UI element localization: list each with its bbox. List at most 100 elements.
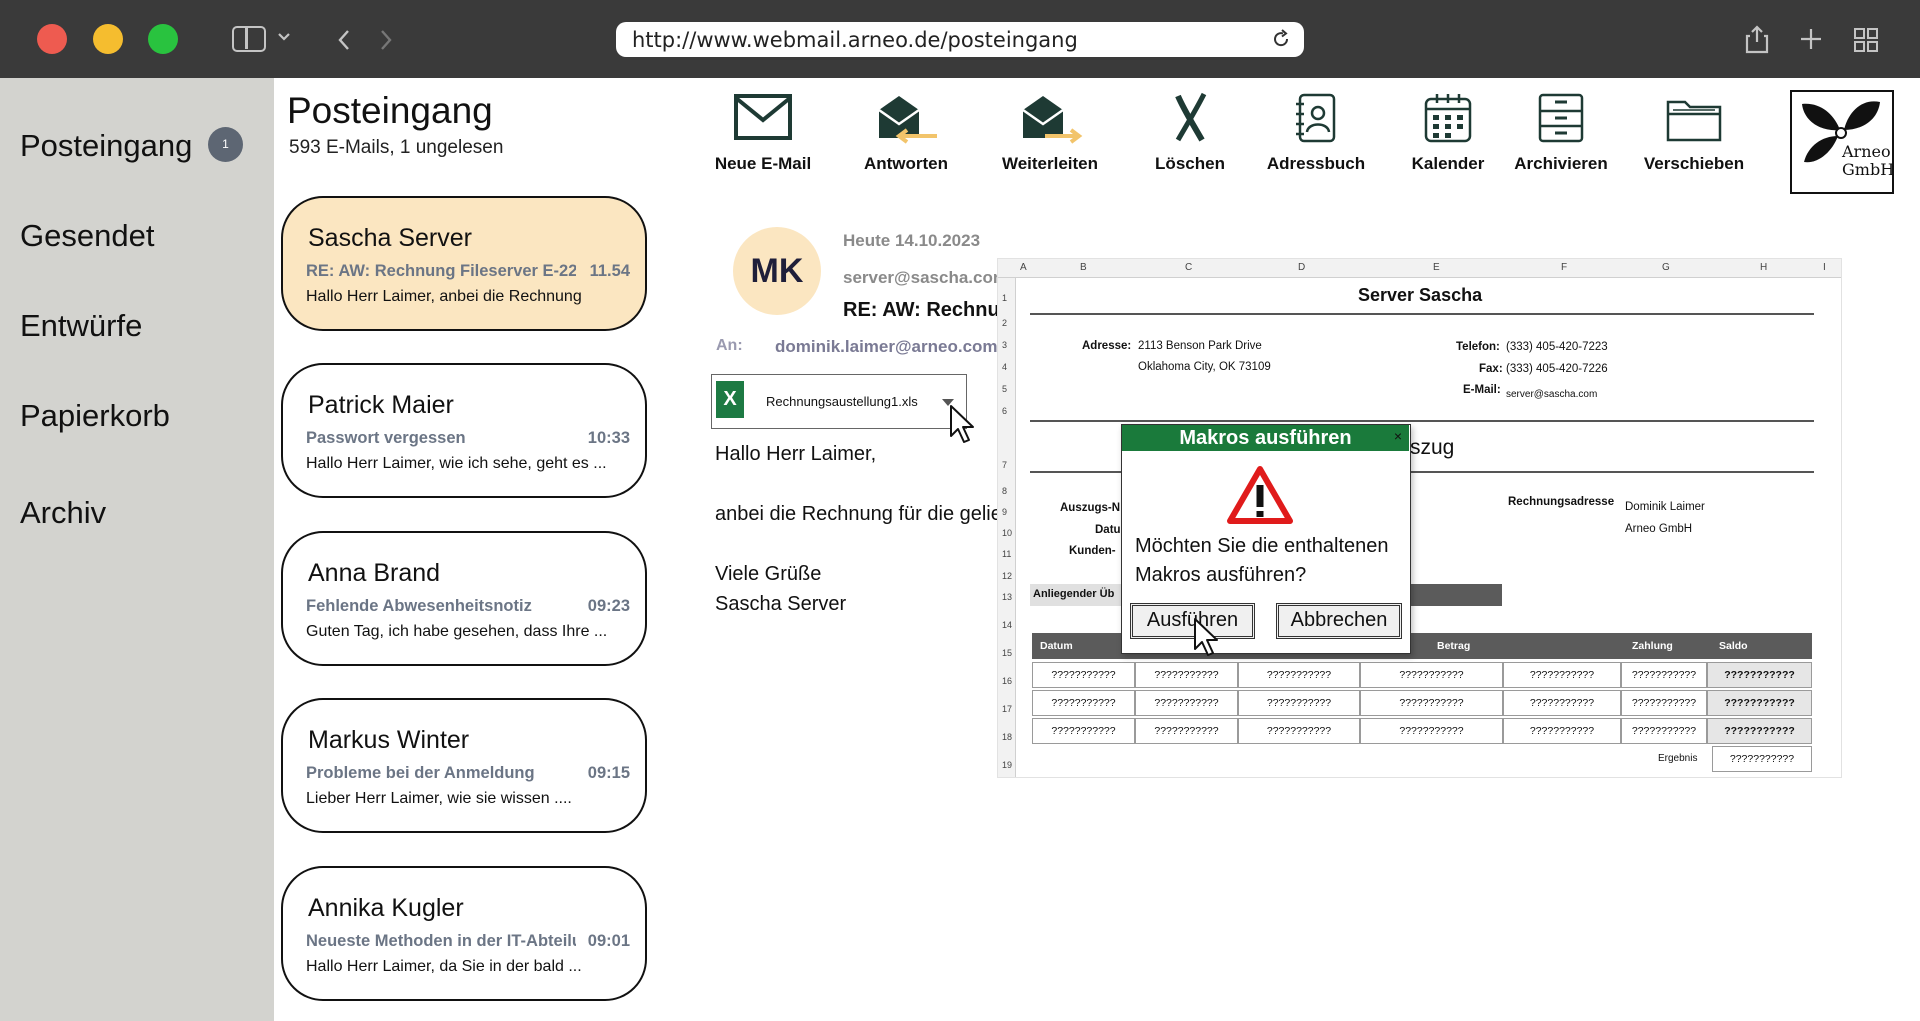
message-body-signature: Sascha Server	[715, 593, 847, 615]
mail-preview: Hallo Herr Laimer, da Sie in der bald ..…	[306, 958, 582, 975]
table-cell: ???????????	[1032, 662, 1135, 688]
tab-overview-icon[interactable]	[1853, 27, 1879, 53]
forward-icon[interactable]	[378, 28, 394, 52]
row-number: 4	[1002, 362, 1008, 372]
new-tab-icon[interactable]	[1799, 27, 1823, 51]
address-line-2: Oklahoma City, OK 73109	[1138, 361, 1271, 373]
column-header: I	[1823, 262, 1826, 273]
column-header: B	[1080, 262, 1087, 273]
new-mail-button[interactable]: Neue E-Mail	[703, 92, 823, 173]
excel-file-icon: X	[716, 381, 744, 418]
result-label: Ergebnis	[1658, 753, 1698, 764]
column-header: C	[1185, 262, 1193, 273]
mail-item[interactable]: Patrick Maier Passwort vergessen 10:33 H…	[281, 363, 647, 498]
table-cell: ???????????	[1032, 718, 1135, 744]
chevron-down-icon[interactable]	[277, 30, 291, 44]
mail-sender: Markus Winter	[308, 726, 470, 754]
column-header: F	[1561, 262, 1568, 273]
forward-button[interactable]: Weiterleiten	[990, 92, 1110, 173]
attachment-chip[interactable]: X Rechnungsaustellung1.xls	[711, 374, 967, 429]
mail-item[interactable]: Markus Winter Probleme bei der Anmeldung…	[281, 698, 647, 833]
mail-sender: Anna Brand	[308, 559, 441, 587]
row-number: 1	[1002, 293, 1008, 303]
row-number: 13	[1002, 592, 1013, 602]
envelope-icon	[734, 94, 792, 140]
url-text[interactable]: http://www.webmail.arneo.de/posteingang	[632, 28, 1078, 52]
table-cell: ???????????	[1032, 690, 1135, 716]
divider	[1030, 420, 1814, 422]
table-cell: ???????????	[1135, 662, 1238, 688]
delete-label: Löschen	[1155, 154, 1225, 173]
mail-item[interactable]: Sascha Server RE: AW: Rechnung Fileserve…	[281, 196, 647, 331]
folder-sidebar: Posteingang 1 Gesendet Entwürfe Papierko…	[0, 78, 274, 1021]
new-mail-label: Neue E-Mail	[714, 154, 812, 173]
table-cell: ???????????	[1503, 690, 1621, 716]
table-cell: ???????????	[1621, 662, 1707, 688]
nav-item-entwuerfe[interactable]: Entwürfe	[20, 308, 142, 344]
nav-item-gesendet[interactable]: Gesendet	[20, 218, 154, 254]
table-header-cell: Datum	[1040, 640, 1073, 652]
fax-label: Fax:	[1479, 363, 1503, 375]
calendar-button[interactable]: Kalender	[1388, 92, 1508, 173]
warning-icon	[1227, 466, 1293, 524]
forward-label: Weiterleiten	[1001, 154, 1099, 173]
message-body-closing: Viele Grüße	[715, 563, 822, 585]
mail-time: 09:01	[587, 932, 630, 950]
mouse-pointer-icon	[950, 405, 974, 443]
minimize-window-button[interactable]	[93, 24, 123, 54]
saldo-cell: ???????????	[1707, 662, 1812, 688]
mail-preview: Lieber Herr Laimer, wie sie wissen ....	[306, 790, 572, 807]
cancel-button[interactable]: Abbrechen	[1276, 603, 1402, 639]
billing-name: Dominik Laimer	[1625, 501, 1705, 513]
table-header-cell: Betrag	[1437, 640, 1471, 652]
sidebar-toggle-icon[interactable]	[232, 26, 266, 52]
row-number: 15	[1002, 648, 1013, 658]
table-cell: ???????????	[1503, 662, 1621, 688]
table-cell: ???????????	[1238, 718, 1360, 744]
dialog-message-line-1: Möchten Sie die enthaltenen	[1135, 535, 1389, 557]
nav-item-archiv[interactable]: Archiv	[20, 495, 106, 531]
result-cell: ???????????	[1712, 746, 1812, 772]
nav-item-posteingang[interactable]: Posteingang	[20, 128, 192, 164]
mail-subject: Passwort vergessen	[306, 429, 466, 447]
delete-button[interactable]: Löschen	[1130, 92, 1250, 173]
move-button[interactable]: Verschieben	[1634, 92, 1754, 173]
archive-label: Archivieren	[1514, 154, 1608, 173]
table-header-cell: Zahlung	[1632, 640, 1673, 652]
back-icon[interactable]	[336, 28, 352, 52]
table-cell: ???????????	[1360, 690, 1503, 716]
table-cell: ???????????	[1621, 690, 1707, 716]
mail-preview: Hallo Herr Laimer, anbei die Rechnung	[306, 288, 582, 305]
maximize-window-button[interactable]	[148, 24, 178, 54]
move-label: Verschieben	[1643, 154, 1745, 173]
archive-button[interactable]: Archivieren	[1501, 92, 1621, 173]
unread-badge: 1	[208, 127, 243, 162]
mail-item[interactable]: Annika Kugler Neueste Methoden in der IT…	[281, 866, 647, 1001]
mail-preview: Hallo Herr Laimer, wie ich sehe, geht es…	[306, 455, 607, 472]
mail-item[interactable]: Anna Brand Fehlende Abwesenheitsnotiz 09…	[281, 531, 647, 666]
addressbook-button[interactable]: Adressbuch	[1256, 92, 1376, 173]
reply-button[interactable]: Antworten	[846, 92, 966, 173]
close-window-button[interactable]	[37, 24, 67, 54]
share-icon[interactable]	[1745, 24, 1769, 54]
sheet-heading-fragment: szug	[1410, 436, 1455, 459]
dialog-message-line-2: Makros ausführen?	[1135, 564, 1307, 586]
nav-item-papierkorb[interactable]: Papierkorb	[20, 398, 170, 434]
section-bar-dark	[1410, 584, 1502, 606]
message-body-greeting: Hallo Herr Laimer,	[715, 443, 877, 465]
sender-avatar: MK	[733, 227, 821, 315]
customer-label: Kunden-	[1069, 545, 1116, 557]
mail-sender: Annika Kugler	[308, 894, 464, 922]
browser-titlebar: http://www.webmail.arneo.de/posteingang	[0, 0, 1920, 78]
reload-icon[interactable]	[1270, 28, 1292, 50]
message-sender: server@sascha.com	[843, 268, 1008, 287]
address-bar[interactable]: http://www.webmail.arneo.de/posteingang	[616, 22, 1304, 57]
saldo-cell: ???????????	[1707, 690, 1812, 716]
fax-value: (333) 405-420-7226	[1506, 363, 1608, 375]
row-number: 8	[1002, 486, 1008, 496]
table-cell: ???????????	[1621, 718, 1707, 744]
delete-x-icon	[1175, 92, 1207, 142]
dialog-close-button[interactable]: ×	[1394, 428, 1402, 444]
column-header: H	[1760, 262, 1768, 273]
mail-preview: Guten Tag, ich habe gesehen, dass Ihre .…	[306, 623, 608, 640]
